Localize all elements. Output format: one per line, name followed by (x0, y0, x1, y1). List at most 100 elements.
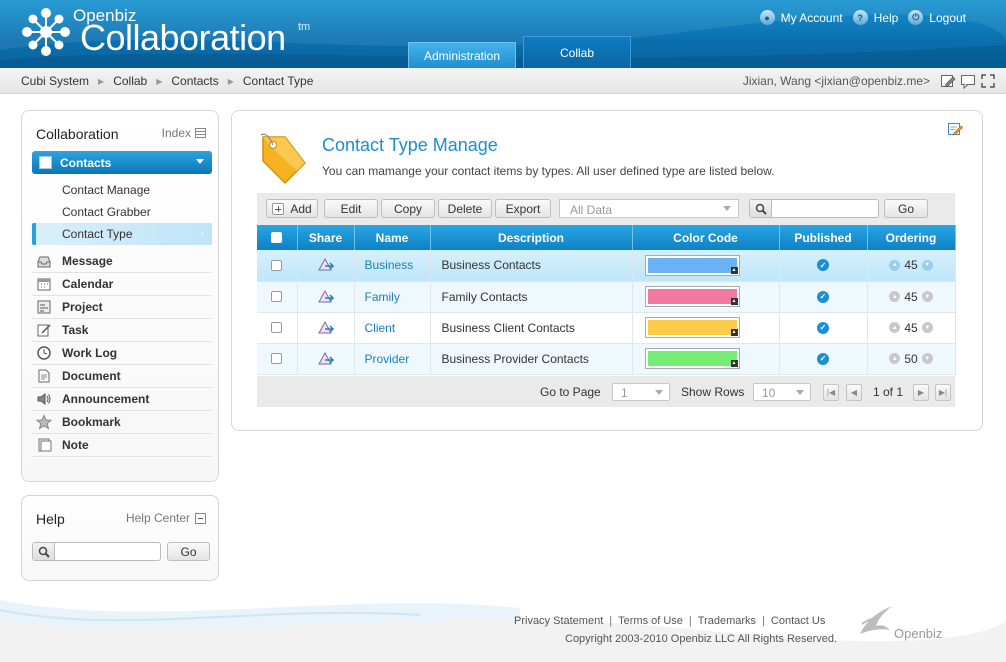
published-check-icon[interactable]: ✓ (817, 321, 829, 334)
type-name-link[interactable]: Business (355, 258, 414, 272)
order-up-icon[interactable]: ▲ (889, 322, 901, 333)
column-header-published[interactable]: Published (779, 225, 868, 250)
table-row[interactable]: Provider Business Provider Contacts ▲ ✓ … (257, 343, 956, 375)
share-cell (297, 312, 355, 344)
share-icon[interactable] (317, 257, 335, 273)
rows-per-page-select[interactable]: 10 (753, 383, 811, 401)
breadcrumb-item-contacts[interactable]: Contacts (171, 74, 218, 88)
order-down-icon[interactable]: ▼ (921, 322, 933, 333)
sidebar-item-announcement[interactable]: Announcement (32, 388, 212, 411)
order-up-icon[interactable]: ▲ (889, 291, 901, 302)
row-select-cell (257, 250, 298, 282)
top-links: ● My Account ? Help ⏻ Logout (759, 10, 966, 25)
column-header-color-code[interactable]: Color Code (632, 225, 780, 250)
sidebar-index-label: Index (161, 126, 191, 140)
help-center-link[interactable]: Help Center (126, 511, 206, 525)
first-page-button[interactable]: |◀ (823, 384, 839, 401)
sidebar-item-project[interactable]: Project (32, 296, 212, 319)
row-checkbox[interactable] (271, 322, 283, 333)
select-all-checkbox[interactable] (271, 232, 283, 243)
color-picker[interactable]: ▲ (644, 348, 740, 369)
order-down-icon[interactable]: ▼ (921, 259, 933, 271)
order-up-icon[interactable]: ▲ (889, 259, 901, 271)
order-up-icon[interactable]: ▲ (889, 353, 901, 364)
sidebar-item-message[interactable]: Message (32, 250, 212, 273)
table-row[interactable]: Client Business Client Contacts ▲ ✓ ▲ 45 ▼ (257, 312, 956, 344)
breadcrumb-item-cubi-system[interactable]: Cubi System (21, 74, 89, 88)
row-checkbox[interactable] (271, 353, 283, 364)
sidebar-item-task[interactable]: Task (32, 319, 212, 342)
sidebar-item-note[interactable]: Note (32, 434, 212, 457)
my-account-link[interactable]: ● My Account (759, 10, 843, 25)
filter-select[interactable]: All Data (559, 199, 739, 218)
note-icon (36, 437, 52, 453)
delete-button[interactable]: Delete (438, 199, 492, 218)
edit-page-icon[interactable] (947, 121, 963, 137)
trademarks-link[interactable]: Trademarks (698, 615, 756, 627)
export-button[interactable]: Export (495, 199, 551, 218)
row-checkbox[interactable] (271, 291, 283, 302)
column-header-name[interactable]: Name (354, 225, 431, 250)
table-row[interactable]: Family Family Contacts ▲ ✓ ▲ 45 ▼ (257, 281, 956, 313)
sidebar-index-link[interactable]: Index (162, 126, 206, 140)
order-down-icon[interactable]: ▼ (921, 353, 933, 364)
edit-icon[interactable] (940, 73, 956, 89)
current-user: Jixian, Wang <jixian@openbiz.me> (742, 74, 930, 88)
grid-search-go-button[interactable]: Go (884, 199, 928, 218)
contact-us-link[interactable]: Contact Us (771, 615, 825, 627)
page-select[interactable]: 1 (612, 383, 670, 401)
column-header-ordering[interactable]: Ordering (867, 225, 956, 250)
privacy-statement-link[interactable]: Privacy Statement (514, 615, 603, 627)
help-go-button[interactable]: Go (167, 542, 210, 561)
logout-link[interactable]: ⏻ Logout (908, 10, 966, 25)
collapse-icon[interactable] (195, 512, 206, 524)
sidebar-item-contact-type[interactable]: Contact Type (62, 227, 133, 241)
share-icon[interactable] (317, 289, 335, 305)
terms-of-use-link[interactable]: Terms of Use (618, 615, 683, 627)
chevron-down-icon (796, 390, 804, 395)
share-icon[interactable] (317, 320, 335, 336)
sidebar-section-contacts[interactable]: Contacts (32, 151, 212, 174)
published-check-icon[interactable]: ✓ (817, 352, 829, 365)
select-all-header (257, 225, 298, 250)
fullscreen-icon[interactable] (980, 73, 996, 89)
last-page-button[interactable]: ▶| (935, 384, 951, 401)
help-search-input[interactable] (32, 542, 161, 561)
color-code-cell: ▲ (632, 250, 780, 282)
sidebar-item-contact-grabber[interactable]: Contact Grabber (62, 205, 151, 219)
sidebar-item-calendar[interactable]: Calendar (32, 273, 212, 296)
color-picker[interactable]: ▲ (644, 254, 740, 276)
published-check-icon[interactable]: ✓ (817, 259, 829, 272)
breadcrumb-separator-icon: ▶ (156, 76, 163, 86)
row-checkbox[interactable] (271, 259, 283, 271)
tab-collab[interactable]: Collab (523, 36, 631, 68)
order-down-icon[interactable]: ▼ (921, 291, 933, 302)
color-picker[interactable]: ▲ (644, 317, 740, 338)
help-link[interactable]: ? Help (852, 10, 898, 25)
column-header-share[interactable]: Share (297, 225, 355, 250)
sidebar-item-contact-manage[interactable]: Contact Manage (62, 183, 150, 197)
published-cell: ✓ (779, 312, 868, 344)
published-check-icon[interactable]: ✓ (817, 290, 829, 303)
color-picker[interactable]: ▲ (644, 286, 740, 307)
add-button[interactable]: Add (266, 199, 318, 218)
message-icon[interactable] (960, 73, 976, 89)
sidebar-item-document[interactable]: Document (32, 365, 212, 388)
tab-administration[interactable]: Administration (408, 42, 516, 68)
type-name-link[interactable]: Family (355, 290, 400, 304)
table-row[interactable]: Business Business Contacts ▲ ✓ ▲ 45 ▼ (257, 250, 956, 282)
copy-button[interactable]: Copy (381, 199, 435, 218)
sidebar-item-work-log[interactable]: Work Log (32, 342, 212, 365)
share-icon[interactable] (317, 351, 335, 367)
user-icon: ● (759, 10, 775, 25)
breadcrumb-item-collab[interactable]: Collab (113, 74, 147, 88)
type-name-link[interactable]: Provider (355, 352, 410, 366)
grid-search-input[interactable] (749, 199, 879, 218)
edit-button[interactable]: Edit (324, 199, 378, 218)
column-header-description[interactable]: Description (430, 225, 633, 250)
prev-page-button[interactable]: ◀ (846, 384, 862, 401)
next-page-button[interactable]: ▶ (913, 384, 929, 401)
sidebar-title: Collaboration (36, 126, 119, 142)
type-name-link[interactable]: Client (355, 321, 396, 335)
sidebar-item-bookmark[interactable]: Bookmark (32, 411, 212, 434)
